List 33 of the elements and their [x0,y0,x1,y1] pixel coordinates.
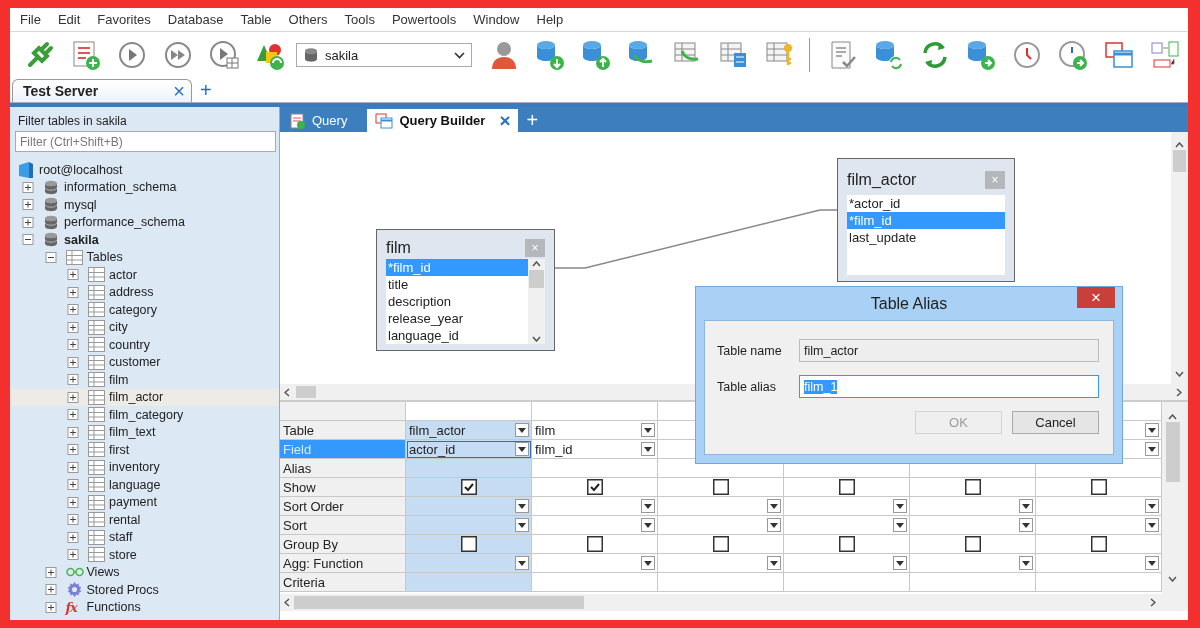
item-label: information_schema [64,180,177,195]
panel-title: Filter tables in sakila [18,113,127,128]
item-label: film_actor [109,390,164,405]
item-label: inventory [109,460,160,475]
item-label: address [109,285,154,300]
item-label: Functions [86,600,141,615]
item-label: Tables [86,250,123,265]
item-label: mysql [64,197,97,212]
item-label: language [109,477,161,492]
item-label: payment [109,495,157,510]
item-label: performance_schema [64,215,185,230]
item-label: city [109,320,128,335]
item-label: customer [109,355,161,370]
dialog-title: Table Alias [870,294,948,313]
item-label: film_text [109,425,156,440]
item-label: root@localhost [39,162,123,177]
item-label: staff [109,530,133,545]
item-label: Stored Procs [86,582,159,597]
item-label: sakila [64,232,99,247]
function-icon: fx [65,599,77,615]
item-label: store [109,547,137,562]
item-label: film_category [109,407,184,422]
item-label: Views [86,565,120,580]
item-label: category [109,302,157,317]
field-label: Table name [717,343,783,358]
item-label: actor [109,267,137,282]
item-label: film [109,372,129,387]
item-label: rental [109,512,141,527]
table-title: film_actor [847,171,917,189]
field-label: Table alias [717,379,778,394]
table-title: film [386,238,411,257]
item-label: first [109,442,130,457]
item-label: country [109,337,150,352]
